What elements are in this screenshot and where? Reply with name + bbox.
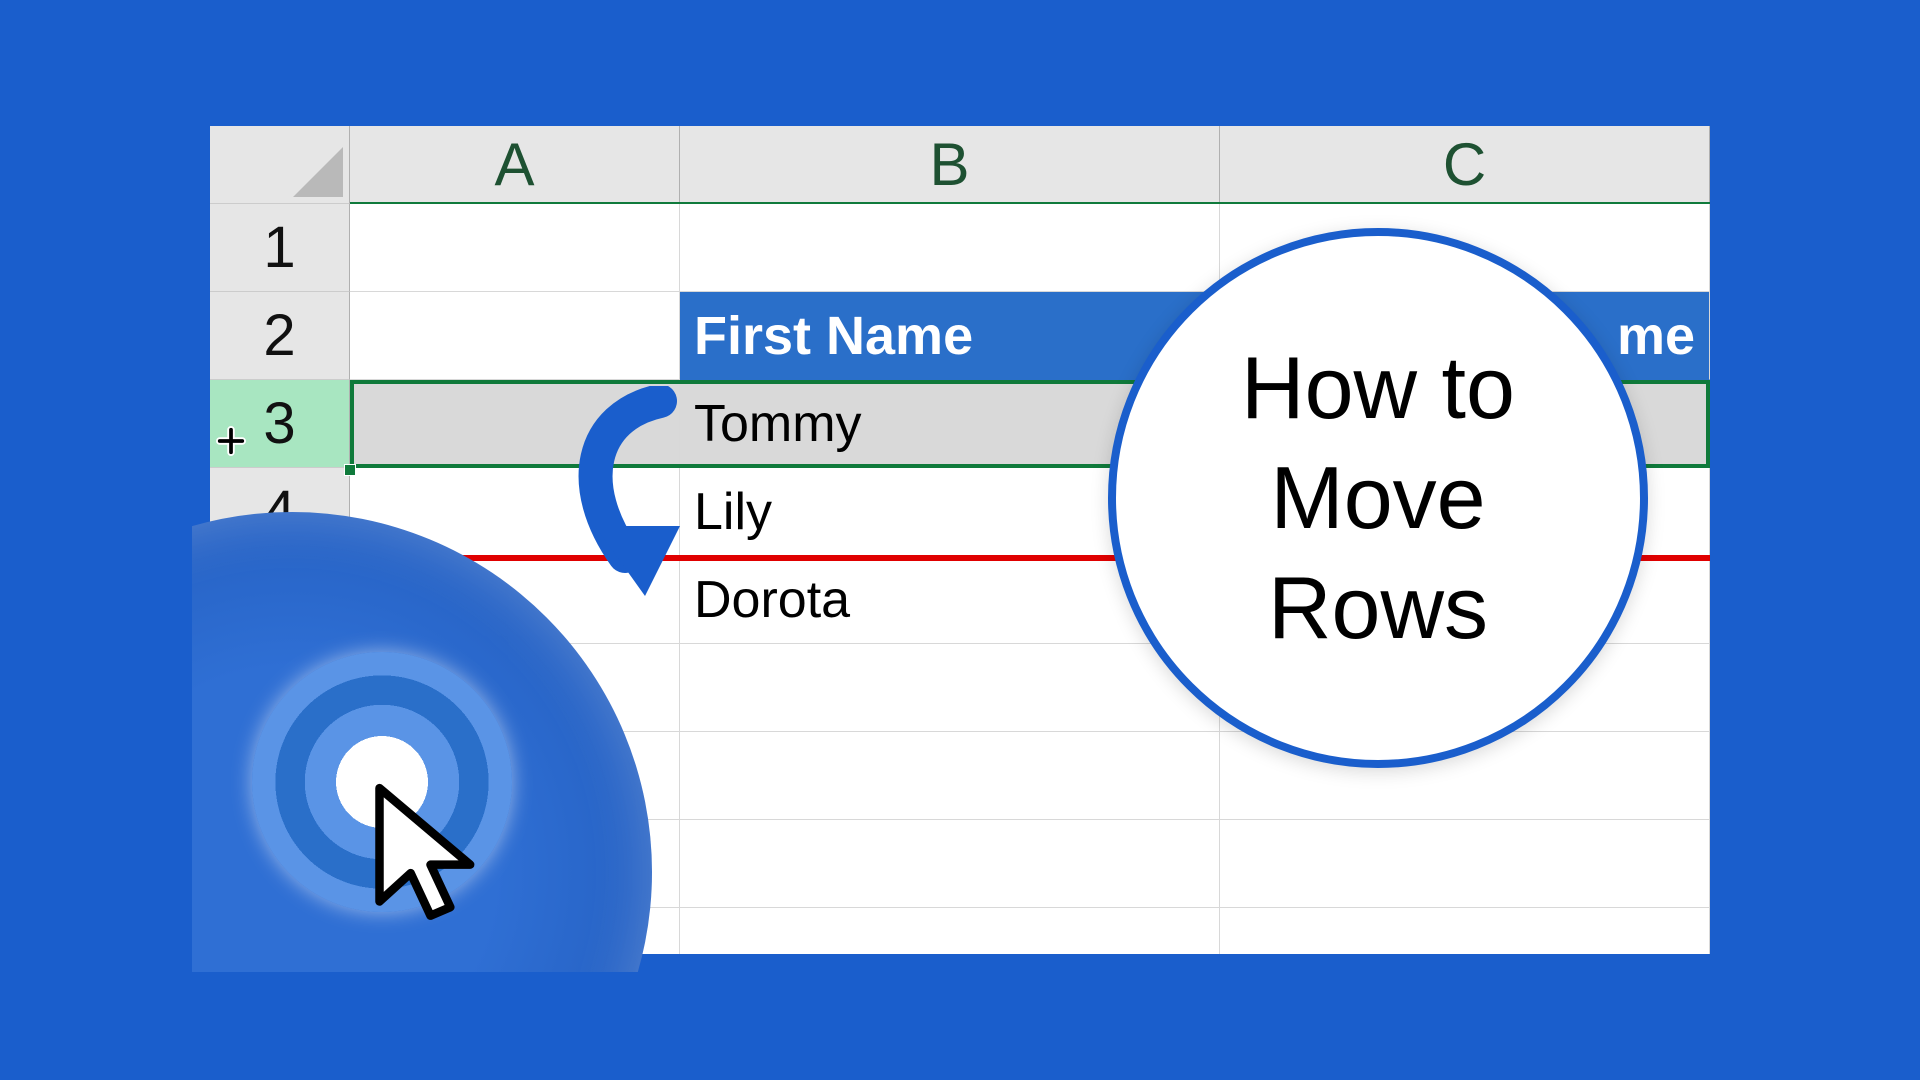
cell-A2[interactable] [350,292,680,380]
column-header-B[interactable]: B [680,126,1220,204]
selection-handle[interactable] [344,464,356,476]
column-header-C[interactable]: C [1220,126,1710,204]
cell-empty[interactable] [1220,908,1710,954]
select-all-corner[interactable] [210,126,350,204]
callout-line-1: How to [1241,338,1515,437]
callout-line-2: Move [1270,448,1485,547]
cell-empty[interactable] [1220,820,1710,908]
row-header-2[interactable]: 2 [210,292,350,380]
column-header-A[interactable]: A [350,126,680,204]
callout-line-3: Rows [1268,558,1488,657]
cell-empty[interactable] [680,644,1220,732]
cell-empty[interactable] [680,908,1220,954]
thumbnail-frame: A B C 1 2 First Name me 3 [192,108,1728,972]
cell-empty[interactable] [680,732,1220,820]
brand-cursor-icon [347,774,497,944]
row-header-1[interactable]: 1 [210,204,350,292]
cell-A3[interactable] [350,380,680,468]
cell-A1[interactable] [350,204,680,292]
column-header-row: A B C [210,126,1710,204]
cell-B1[interactable] [680,204,1220,292]
title-callout: How to Move Rows [1108,228,1648,768]
row-header-3[interactable]: 3 [210,380,350,468]
cell-empty[interactable] [680,820,1220,908]
callout-text: How to Move Rows [1241,333,1515,663]
cell-B2[interactable]: First Name [680,292,1220,380]
